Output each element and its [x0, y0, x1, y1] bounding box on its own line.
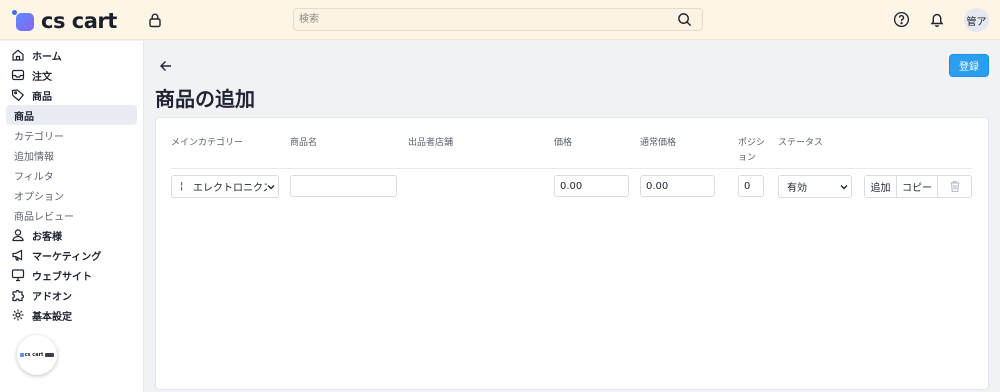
megaphone-icon [12, 249, 23, 261]
sidebar-item-label: 商品 [32, 91, 52, 103]
price-input[interactable] [554, 175, 629, 197]
sidebar-item-label: ホーム [32, 51, 62, 63]
sidebar-item-website[interactable]: ウェブサイト [6, 265, 137, 285]
sidebar-item-settings[interactable]: 基本設定 [6, 305, 137, 325]
save-button[interactable]: 登録 [949, 54, 989, 77]
sidebar-item-customers[interactable]: お客様 [6, 225, 137, 245]
sidebar-item-addons[interactable]: アドオン [6, 285, 137, 305]
column-header-position: ポジション [738, 138, 766, 163]
sidebar: ホーム 注文 商品 商品 カテゴリー 追加情報 フィルタ オプション 商品レビュ… [0, 41, 144, 392]
chevron-down-icon [840, 185, 848, 190]
inbox-icon [11, 69, 25, 81]
logo-text: cs cart [41, 9, 117, 33]
sidebar-item-marketing[interactable]: マーケティング [6, 245, 137, 265]
sidebar-item-label: マーケティング [32, 251, 102, 263]
search-icon[interactable] [677, 12, 692, 27]
top-bar: cs cart 管ア [0, 0, 1000, 40]
mini-logo-mark-icon [19, 353, 24, 357]
sidebar-item-reviews[interactable]: 商品レビュー [6, 205, 137, 225]
mini-logo-badge [45, 353, 55, 357]
logo-mark-icon [12, 10, 36, 32]
user-icon [12, 229, 24, 242]
sidebar-item-filters[interactable]: フィルタ [6, 165, 137, 185]
sidebar-item-label: お客様 [32, 231, 62, 243]
column-header-vendor: 出品者店舗 [408, 138, 454, 148]
status-value: 有効 [787, 183, 807, 194]
copy-button[interactable]: コピー [897, 176, 938, 197]
column-header-price: 価格 [554, 138, 573, 148]
row-actions: 追加 コピー [864, 175, 972, 198]
sidebar-item-label: オプション [14, 191, 64, 203]
sidebar-item-label: 基本設定 [32, 311, 72, 323]
sidebar-item-label: 注文 [32, 71, 52, 83]
sidebar-item-label: 商品 [14, 111, 34, 123]
bell-icon[interactable] [929, 11, 945, 28]
gear-icon [12, 309, 24, 321]
status-select[interactable]: 有効 [778, 175, 852, 198]
tag-icon [11, 89, 25, 102]
position-input[interactable] [738, 175, 764, 197]
help-icon[interactable] [893, 11, 910, 28]
products-card [155, 117, 989, 390]
lock-icon[interactable] [147, 12, 163, 28]
mini-logo[interactable]: cs cart [17, 335, 57, 375]
column-header-main-category: メインカテゴリー [171, 138, 244, 148]
back-arrow-icon[interactable] [158, 58, 174, 74]
column-header-status: ステータス [778, 138, 824, 148]
sidebar-item-orders[interactable]: 注文 [6, 65, 137, 85]
sidebar-item-options[interactable]: オプション [6, 185, 137, 205]
category-tree-marker: ¦ [180, 181, 184, 192]
product-name-input[interactable] [290, 175, 397, 197]
sidebar-item-features[interactable]: 追加情報 [6, 145, 137, 165]
search-box [293, 8, 703, 31]
list-price-input[interactable] [640, 175, 715, 197]
add-button[interactable]: 追加 [865, 176, 897, 197]
chevron-down-icon [267, 185, 275, 190]
mini-logo-text: cs cart [24, 352, 44, 358]
sidebar-item-label: ウェブサイト [32, 271, 92, 283]
category-select[interactable]: ¦ エレクトロニクス [171, 175, 279, 198]
cs-cart-logo[interactable]: cs cart [12, 9, 117, 33]
sidebar-item-label: アドオン [32, 291, 72, 303]
header-divider [171, 168, 972, 169]
sidebar-item-products-sub[interactable]: 商品 [6, 105, 137, 125]
column-header-product-name: 商品名 [290, 138, 318, 148]
trash-icon[interactable] [949, 180, 961, 193]
home-icon [12, 49, 24, 61]
puzzle-icon [12, 289, 25, 302]
sidebar-item-label: フィルタ [14, 171, 54, 183]
column-header-list-price: 通常価格 [640, 138, 677, 148]
sidebar-item-categories[interactable]: カテゴリー [6, 125, 137, 145]
category-value: エレクトロニクス [193, 183, 267, 194]
sidebar-item-home[interactable]: ホーム [6, 45, 137, 65]
monitor-icon [11, 269, 25, 282]
sidebar-item-label: 商品レビュー [14, 211, 74, 223]
search-input[interactable] [294, 9, 674, 30]
page-title: 商品の追加 [155, 87, 255, 111]
sidebar-item-products[interactable]: 商品 [6, 85, 137, 105]
sidebar-item-label: 追加情報 [14, 151, 54, 163]
avatar[interactable]: 管ア [964, 8, 989, 32]
sidebar-item-label: カテゴリー [14, 131, 64, 143]
